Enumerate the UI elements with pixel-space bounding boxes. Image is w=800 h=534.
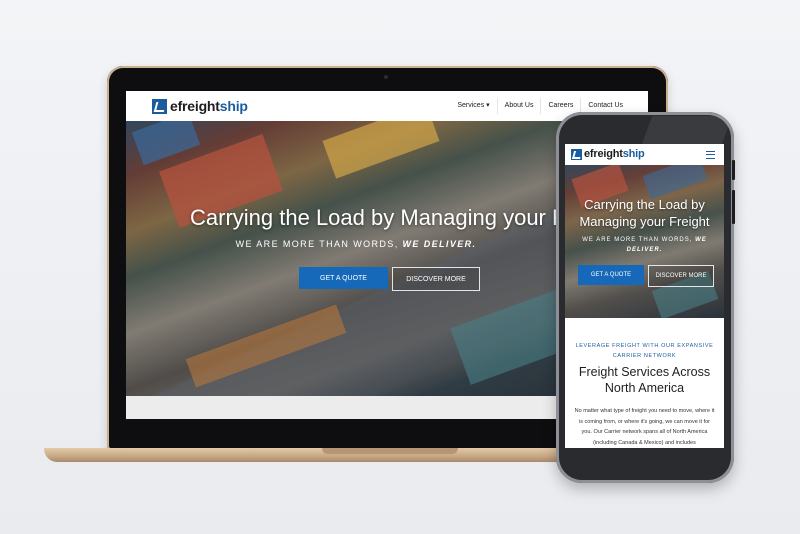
site-logo[interactable]: efreightship [152,98,248,114]
logo-mark-icon [571,148,582,160]
mobile-get-a-quote-button[interactable]: GET A QUOTE [578,265,644,285]
logo-text: efreightship [584,148,645,160]
mobile-hero-subtitle: WE ARE MORE THAN WORDS, WE DELIVER. [582,237,707,253]
section-heading: Freight Services Across North America [578,365,711,395]
discover-more-button[interactable]: DISCOVER MORE [392,267,480,291]
container-shape [131,121,201,166]
phone-side-button [732,160,735,180]
phone-screen: efreightship Carrying the Load by Managi… [565,144,724,448]
logo-mark-icon [152,98,167,114]
device-mockup-scene: efreightship Services ▾ About Us Careers… [0,0,800,534]
services-section: LEVERAGE FREIGHT WITH OUR EXPANSIVE CARR… [565,318,724,448]
hero-subtitle: WE ARE MORE THAN WORDS, WE DELIVER. [235,239,477,249]
mobile-hero-title: Carrying the Load by Managing your Freig… [579,197,710,229]
section-body: No matter what type of freight you need … [574,408,715,446]
nav-item-careers[interactable]: Careers [540,98,580,114]
logo-text: efreightship [170,98,248,114]
laptop-notch [322,448,458,454]
get-a-quote-button[interactable]: GET A QUOTE [299,267,388,289]
nav-item-about-us[interactable]: About Us [496,98,541,114]
container-shape [322,121,440,179]
mobile-header: efreightship [565,144,724,165]
mobile-site-logo[interactable]: efreightship [571,148,645,160]
section-kicker: LEVERAGE FREIGHT WITH OUR EXPANSIVE CARR… [575,343,714,359]
container-shape [642,165,708,200]
hamburger-icon[interactable] [706,151,715,159]
laptop-camera [384,75,388,79]
container-shape [185,304,347,388]
mobile-discover-more-button[interactable]: DISCOVER MORE [648,265,714,287]
phone-side-button [732,190,735,224]
mobile-hero-section: Carrying the Load by Managing your Freig… [565,165,724,318]
nav-item-services[interactable]: Services ▾ [450,98,496,114]
